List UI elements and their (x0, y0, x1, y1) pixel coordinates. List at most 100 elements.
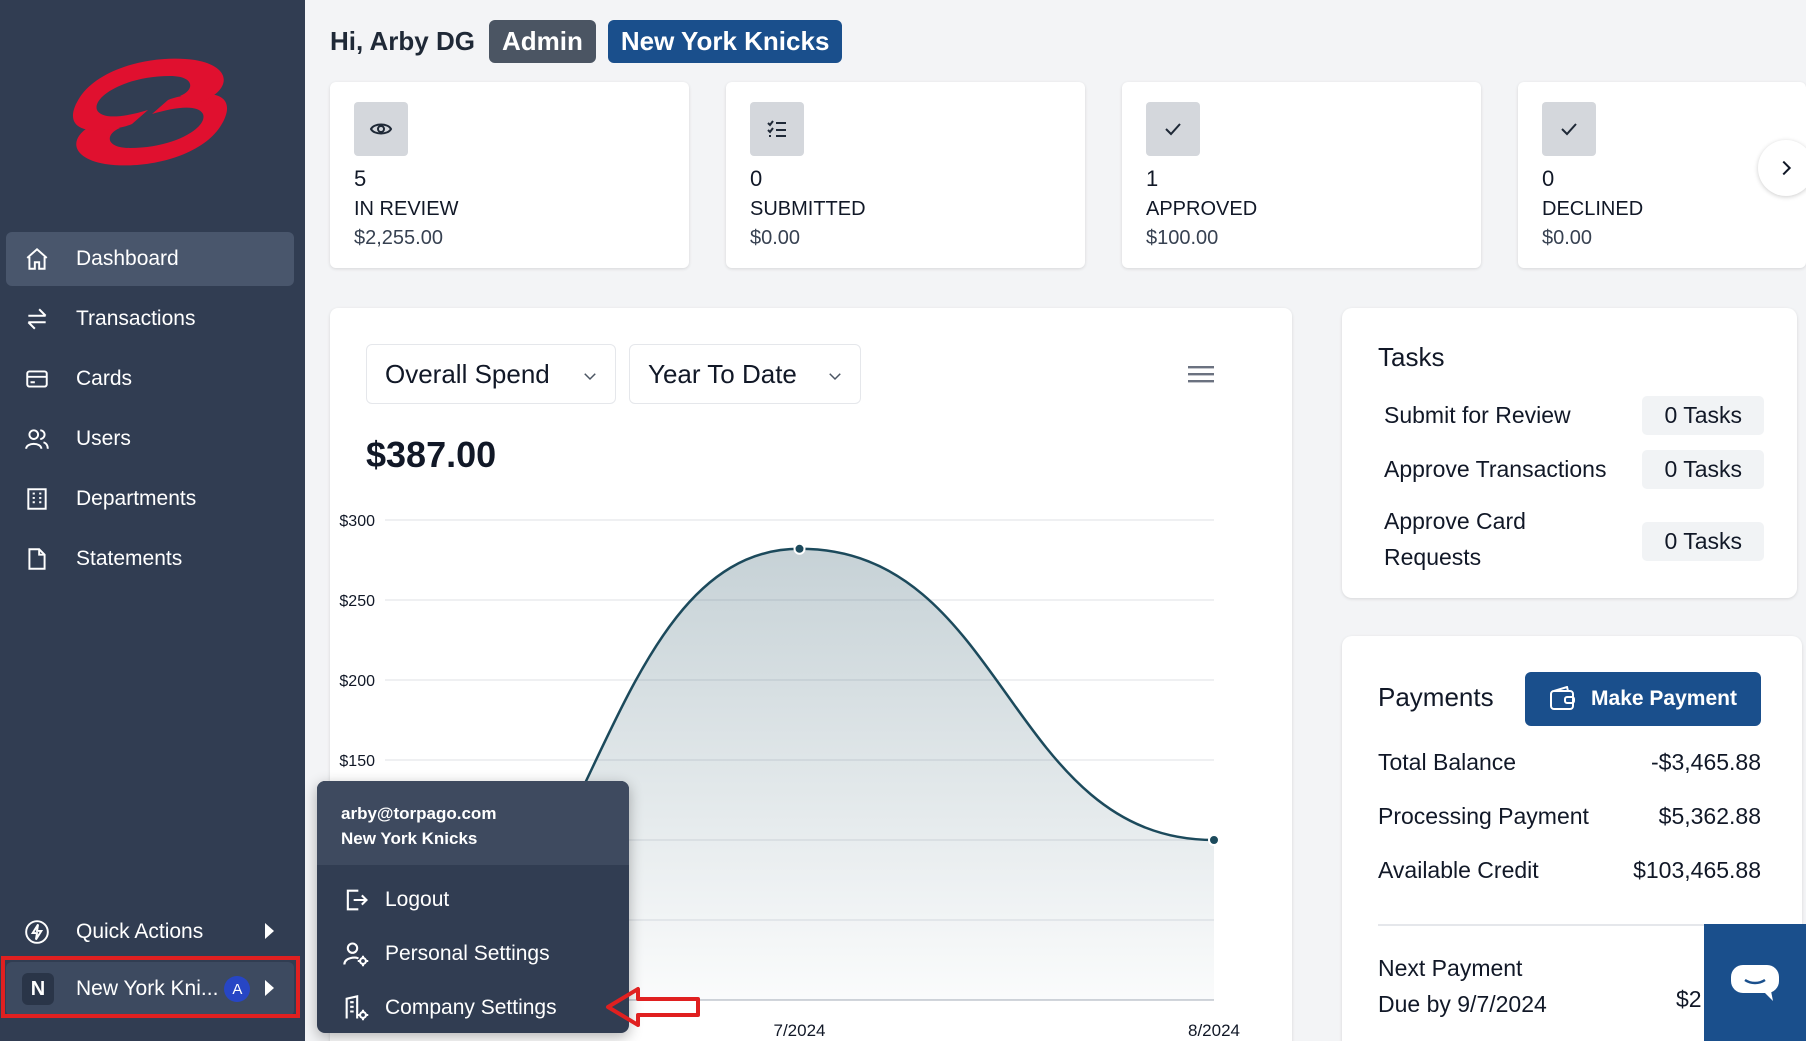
stat-label: IN REVIEW (354, 198, 459, 220)
main-nav: Dashboard Transactions Cards Users Depar… (6, 232, 294, 592)
page-header: Hi, Arby DG Admin New York Knicks (330, 20, 843, 63)
annotation-arrow (606, 987, 700, 1027)
account-email: arby@torpago.com (341, 804, 497, 823)
wallet-icon (1550, 686, 1576, 710)
account-dropdown-header: arby@torpago.com New York Knicks (317, 781, 629, 865)
stat-card-in-review[interactable]: 5 IN REVIEW $2,255.00 (330, 82, 689, 268)
account-company: New York Knicks (341, 829, 478, 848)
task-count-badge: 0 Tasks (1642, 522, 1764, 561)
stat-label: DECLINED (1542, 198, 1644, 220)
sidebar-item-statements[interactable]: Statements (6, 532, 294, 586)
stat-amount: $0.00 (750, 227, 801, 249)
stat-count: 1 (1146, 166, 1159, 191)
building-icon (22, 484, 52, 514)
account-dropdown-menu: arby@torpago.com New York Knicks Logout … (317, 781, 629, 1033)
company-logo[interactable] (60, 52, 240, 172)
sidebar-item-dashboard[interactable]: Dashboard (6, 232, 294, 286)
payments-title: Payments (1378, 682, 1494, 712)
sidebar-item-label: Dashboard (76, 247, 179, 270)
quick-actions-menu[interactable]: Quick Actions (6, 905, 294, 959)
chevron-right-icon (1782, 160, 1792, 176)
team-badge: New York Knicks (607, 20, 843, 63)
stat-count: 0 (750, 166, 763, 191)
x-tick-label: 8/2024 (1188, 1021, 1240, 1040)
building-gear-icon (341, 994, 371, 1022)
task-row-approve-transactions[interactable]: Approve Transactions 0 Tasks (1384, 450, 1764, 490)
menu-item-label: Personal Settings (385, 942, 550, 965)
sidebar-item-cards[interactable]: Cards (6, 352, 294, 406)
tasks-card: Tasks Submit for Review 0 Tasks Approve … (1342, 308, 1797, 598)
chart-data-point[interactable] (1208, 834, 1220, 846)
users-icon (22, 424, 52, 454)
menu-item-label: Logout (385, 888, 450, 911)
payment-row-label: Processing Payment (1378, 803, 1589, 829)
sidebar: Dashboard Transactions Cards Users Depar… (0, 0, 305, 1041)
next-payment-due: Due by 9/7/2024 (1378, 991, 1547, 1017)
total-spend-amount: $387.00 (366, 434, 497, 475)
x-tick-label: 7/2024 (774, 1021, 826, 1040)
metric-select[interactable]: Overall Spend (366, 344, 616, 404)
lightning-icon (22, 917, 52, 947)
sidebar-item-departments[interactable]: Departments (6, 472, 294, 526)
y-tick-label: $300 (339, 513, 375, 530)
payment-row-value: $103,465.88 (1633, 857, 1761, 883)
task-label-line1: Approve Card (1384, 508, 1526, 534)
task-row-submit[interactable]: Submit for Review 0 Tasks (1384, 396, 1764, 436)
stat-label: APPROVED (1146, 198, 1258, 220)
menu-item-personal-settings[interactable]: Personal Settings (317, 927, 629, 981)
task-row-approve-card-requests[interactable]: Approve Card Requests 0 Tasks (1384, 502, 1764, 582)
sidebar-item-transactions[interactable]: Transactions (6, 292, 294, 346)
annotation-highlight-box (1, 956, 300, 1018)
document-icon (22, 544, 52, 574)
menu-item-label: Company Settings (385, 996, 557, 1019)
payment-row-available-credit: Available Credit $103,465.88 (1378, 857, 1761, 884)
chevron-down-icon (584, 373, 596, 381)
tasks-title: Tasks (1378, 342, 1445, 372)
stat-amount: $0.00 (1542, 227, 1593, 249)
task-label: Submit for Review (1384, 402, 1571, 428)
payment-row-label: Total Balance (1378, 749, 1517, 775)
role-badge: Admin (488, 20, 596, 63)
period-select-value: Year To Date (648, 358, 797, 389)
sidebar-item-users[interactable]: Users (6, 412, 294, 466)
stat-amount: $2,255.00 (354, 227, 443, 249)
stat-card-submitted[interactable]: 0 SUBMITTED $0.00 (726, 82, 1085, 268)
caret-right-icon (265, 923, 274, 939)
task-label: Approve Transactions (1384, 456, 1607, 482)
sidebar-item-label: Statements (76, 547, 183, 570)
chat-icon (1731, 964, 1779, 1001)
menu-item-logout[interactable]: Logout (317, 873, 629, 927)
card-icon (22, 364, 52, 394)
sidebar-item-label: Users (76, 427, 131, 450)
make-payment-button[interactable]: Make Payment (1525, 672, 1761, 726)
payment-row-value: $5,362.88 (1658, 803, 1761, 829)
stats-next-button[interactable] (1758, 140, 1806, 196)
payment-row-processing: Processing Payment $5,362.88 (1378, 803, 1761, 830)
stat-count: 5 (354, 166, 367, 191)
stat-card-approved[interactable]: 1 APPROVED $100.00 (1122, 82, 1481, 268)
period-select[interactable]: Year To Date (629, 344, 861, 404)
user-gear-icon (341, 940, 371, 968)
next-payment-info: Next Payment Due by 9/7/2024 (1378, 950, 1547, 1022)
payment-row-value: -$3,465.88 (1651, 749, 1761, 775)
stat-amount: $100.00 (1146, 227, 1219, 249)
check-icon (1542, 102, 1596, 156)
y-tick-label: $200 (339, 673, 375, 690)
metric-select-value: Overall Spend (385, 358, 550, 389)
sidebar-item-label: Departments (76, 487, 197, 510)
check-icon (1146, 102, 1200, 156)
menu-item-company-settings[interactable]: Company Settings (317, 981, 629, 1033)
chart-data-point[interactable] (793, 542, 806, 555)
payment-row-label: Available Credit (1378, 857, 1539, 883)
chat-support-button[interactable] (1704, 924, 1806, 1041)
task-count-badge: 0 Tasks (1642, 450, 1764, 489)
stat-count: 0 (1542, 166, 1555, 191)
stat-label: SUBMITTED (750, 198, 866, 220)
next-payment-amount: $2 (1676, 986, 1702, 1012)
task-count-badge: 0 Tasks (1642, 396, 1764, 435)
task-label-line2: Requests (1384, 544, 1482, 570)
chart-menu-icon[interactable] (1188, 364, 1214, 384)
make-payment-label: Make Payment (1591, 687, 1737, 710)
payment-row-total-balance: Total Balance -$3,465.88 (1378, 749, 1761, 776)
eye-icon (354, 102, 408, 156)
